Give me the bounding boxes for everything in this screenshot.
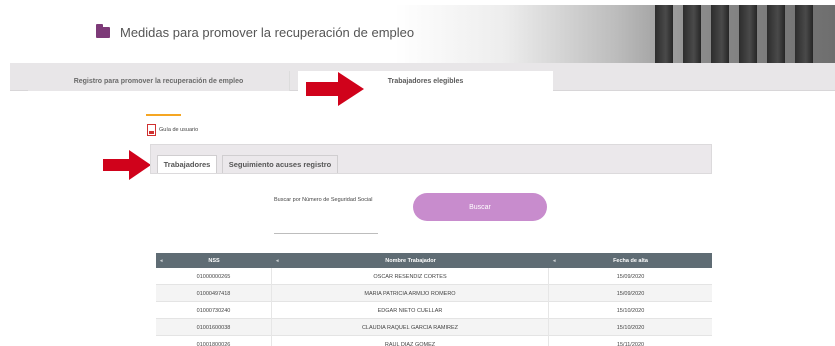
- user-guide-link[interactable]: Guía de usuario: [147, 124, 198, 136]
- table-row[interactable]: 01001600038 CLAUDIA RAQUEL GARCIA RAMIRE…: [156, 319, 712, 336]
- column-header-nombre[interactable]: ◂ Nombre Trabajador: [272, 253, 549, 268]
- tab-registro[interactable]: Registro para promover la recuperación d…: [28, 71, 290, 91]
- annotation-arrow-icon: [306, 72, 364, 106]
- cell-nss: 01001800026: [156, 336, 272, 346]
- sort-icon[interactable]: ◂: [553, 258, 556, 264]
- cell-nss: 01000730240: [156, 302, 272, 319]
- cell-nombre: RAUL DIAZ GOMEZ: [272, 336, 549, 346]
- search-label: Buscar por Número de Seguridad Social: [274, 197, 373, 203]
- title-block: Medidas para promover la recuperación de…: [96, 24, 415, 40]
- page-header: Medidas para promover la recuperación de…: [10, 5, 835, 63]
- cell-nombre: OSCAR RESENDIZ CORTES: [272, 268, 549, 285]
- cell-nss: 01000000265: [156, 268, 272, 285]
- column-header-nss[interactable]: ◂ NSS: [156, 253, 272, 268]
- header-pillars-image: [635, 5, 835, 63]
- workers-table: ◂ NSS ◂ Nombre Trabajador ◂ Fecha de alta 0…: [156, 253, 712, 346]
- table-row[interactable]: 01001800026 RAUL DIAZ GOMEZ 15/11/2020: [156, 336, 712, 346]
- nss-search-input[interactable]: [274, 222, 378, 234]
- page-title: Medidas para promover la recuperación de…: [120, 25, 415, 40]
- annotation-arrow-icon: [103, 150, 151, 180]
- accent-divider: [146, 114, 181, 116]
- table-row[interactable]: 01000497418 MARIA PATRICIA ARMIJO ROMERO…: [156, 285, 712, 302]
- cell-fecha: 15/09/2020: [616, 273, 645, 280]
- cell-nss: 01000497418: [156, 285, 272, 302]
- table-header: ◂ NSS ◂ Nombre Trabajador ◂ Fecha de alta: [156, 253, 712, 268]
- table-row[interactable]: 01000730240 EDGAR NIETO CUELLAR 15/10/20…: [156, 302, 712, 319]
- cell-fecha: 15/09/2020: [616, 290, 645, 297]
- tab-trabajadores[interactable]: Trabajadores: [157, 155, 217, 173]
- pdf-icon: [147, 124, 156, 136]
- user-guide-label: Guía de usuario: [159, 127, 199, 133]
- cell-fecha: 15/10/2020: [616, 307, 645, 314]
- sub-tab-bar: Trabajadores Seguimiento acuses registro: [150, 144, 712, 174]
- cell-nombre: EDGAR NIETO CUELLAR: [272, 302, 549, 319]
- sort-icon[interactable]: ◂: [160, 258, 163, 264]
- folder-icon: [96, 24, 110, 38]
- search-button[interactable]: Buscar: [413, 193, 547, 221]
- tab-seguimiento-acuses[interactable]: Seguimiento acuses registro: [222, 155, 338, 173]
- column-header-fecha[interactable]: ◂ Fecha de alta: [549, 253, 712, 268]
- cell-nombre: CLAUDIA RAQUEL GARCIA RAMIREZ: [272, 319, 549, 336]
- main-tab-bar: Registro para promover la recuperación d…: [10, 63, 835, 91]
- cell-nombre: MARIA PATRICIA ARMIJO ROMERO: [272, 285, 549, 302]
- cell-fecha: 15/10/2020: [616, 324, 645, 331]
- cell-nss: 01001600038: [156, 319, 272, 336]
- table-row[interactable]: 01000000265 OSCAR RESENDIZ CORTES 15/09/…: [156, 268, 712, 285]
- sort-icon[interactable]: ◂: [276, 258, 279, 264]
- cell-fecha: 15/11/2020: [616, 341, 645, 346]
